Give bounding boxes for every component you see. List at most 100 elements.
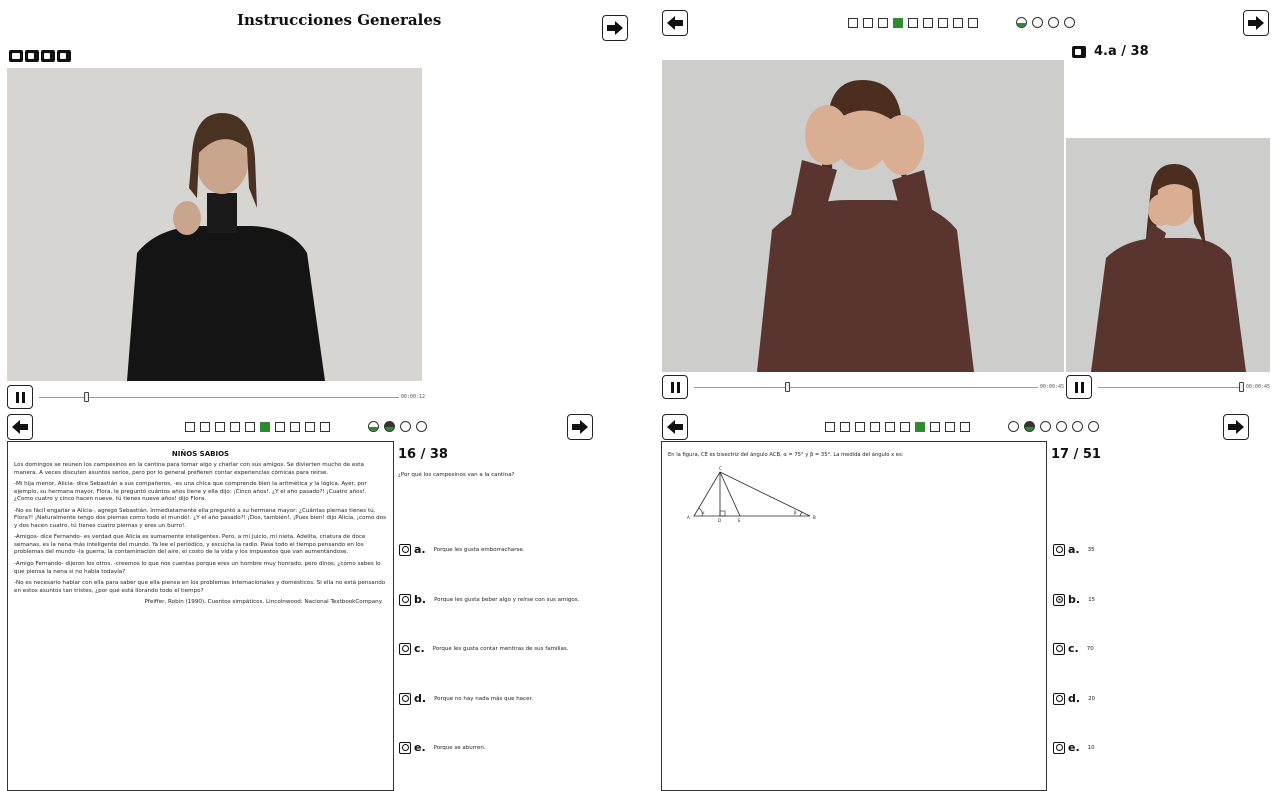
progress-square-6[interactable] — [923, 17, 933, 28]
angle-label-alpha: α — [702, 510, 705, 515]
answer-option-b[interactable]: b. Porque les gusta beber algo y reírse c… — [399, 593, 579, 606]
prev-button[interactable] — [662, 10, 688, 36]
progress-circle-2[interactable] — [384, 421, 395, 432]
progress-square-10[interactable] — [320, 421, 330, 432]
vertex-label-d: D — [718, 518, 721, 523]
radio-icon[interactable] — [1053, 543, 1065, 556]
next-button[interactable] — [602, 15, 628, 41]
progress-circle-1[interactable] — [1008, 421, 1019, 432]
answer-option-c[interactable]: c. 70 — [1053, 642, 1094, 655]
progress-square-2[interactable] — [200, 421, 210, 432]
video-seek-bar[interactable] — [694, 381, 1038, 392]
pause-button[interactable] — [7, 385, 33, 409]
video-seek-bar[interactable] — [1098, 381, 1244, 392]
progress-square-2[interactable] — [840, 421, 850, 432]
progress-square-9[interactable] — [945, 421, 955, 432]
progress-square-5[interactable] — [885, 421, 895, 432]
progress-square-7[interactable] — [275, 421, 285, 432]
progress-square-9[interactable] — [968, 17, 978, 28]
progress-circle-4[interactable] — [1056, 421, 1067, 432]
answer-option-b[interactable]: b. 15 — [1053, 593, 1095, 606]
progress-square-7[interactable] — [915, 421, 925, 432]
progress-circle-3[interactable] — [1048, 17, 1059, 28]
radio-icon[interactable] — [1053, 692, 1065, 705]
seek-thumb[interactable] — [83, 391, 89, 402]
radio-icon[interactable] — [399, 741, 411, 754]
option-letter: a. — [1068, 543, 1080, 556]
progress-square-2[interactable] — [863, 17, 873, 28]
answer-option-d[interactable]: d. 20 — [1053, 692, 1095, 705]
progress-square-7[interactable] — [938, 17, 948, 28]
progress-circle-2[interactable] — [1024, 421, 1035, 432]
progress-circle-6[interactable] — [1088, 421, 1099, 432]
progress-square-5[interactable] — [908, 17, 918, 28]
answer-option-e[interactable]: e. Porque se aburren. — [399, 741, 486, 754]
radio-icon[interactable] — [1053, 593, 1065, 606]
progress-circle-3[interactable] — [1040, 421, 1051, 432]
option-letter: c. — [1068, 642, 1079, 655]
radio-icon[interactable] — [399, 642, 411, 655]
answer-option-a[interactable]: a. Porque les gusta emborracharse. — [399, 543, 525, 556]
radio-icon[interactable] — [1053, 642, 1065, 655]
progress-square-6[interactable] — [900, 421, 910, 432]
progress-circle-3[interactable] — [400, 421, 411, 432]
passage-paragraph: Los domingos se reúnen los campesinos en… — [14, 462, 364, 476]
progress-square-3[interactable] — [215, 421, 225, 432]
progress-square-10[interactable] — [960, 421, 970, 432]
progress-square-8[interactable] — [930, 421, 940, 432]
passage-paragraph: -Amigo Fernando- dijeron los otros, -cre… — [14, 561, 381, 575]
answer-option-a[interactable]: a. 35 — [1053, 543, 1095, 556]
progress-square-1[interactable] — [185, 421, 195, 432]
option-text: 70 — [1086, 645, 1094, 652]
progress-square-3[interactable] — [855, 421, 865, 432]
progress-square-6[interactable] — [260, 421, 270, 432]
next-button[interactable] — [1243, 10, 1269, 36]
question-progress — [848, 17, 1075, 28]
progress-circle-2[interactable] — [1032, 17, 1043, 28]
question-counter: 17 / 51 — [1051, 447, 1101, 462]
progress-circle-5[interactable] — [1072, 421, 1083, 432]
answer-option-c[interactable]: c. Porque les gusta contar mentiras de su… — [399, 642, 569, 655]
option-letter: a. — [414, 543, 426, 556]
progress-square-4[interactable] — [230, 421, 240, 432]
seek-thumb[interactable] — [1238, 381, 1244, 392]
video-tab-3[interactable] — [41, 50, 55, 62]
prev-button[interactable] — [662, 414, 688, 440]
radio-icon[interactable] — [1053, 741, 1065, 754]
pause-button[interactable] — [1066, 375, 1092, 399]
video-tab-2[interactable] — [25, 50, 39, 62]
prev-button[interactable] — [7, 414, 33, 440]
pause-button[interactable] — [662, 375, 688, 399]
radio-icon[interactable] — [399, 593, 411, 606]
next-button[interactable] — [1223, 414, 1249, 440]
radio-icon[interactable] — [399, 543, 411, 556]
progress-square-9[interactable] — [305, 421, 315, 432]
sign-language-video-main[interactable] — [662, 60, 1064, 372]
sign-language-video-small[interactable] — [1066, 138, 1270, 372]
progress-circle-1[interactable] — [1016, 17, 1027, 28]
progress-circle-4[interactable] — [416, 421, 427, 432]
progress-circle-1[interactable] — [368, 421, 379, 432]
video-tab-1[interactable] — [9, 50, 23, 62]
progress-square-8[interactable] — [953, 17, 963, 28]
progress-square-5[interactable] — [245, 421, 255, 432]
answer-option-d[interactable]: d. Porque no hay nada más que hacer. — [399, 692, 533, 705]
progress-square-8[interactable] — [290, 421, 300, 432]
progress-square-4[interactable] — [893, 17, 903, 28]
answer-option-e[interactable]: e. 10 — [1053, 741, 1095, 754]
arrow-left-icon — [667, 16, 683, 30]
progress-square-1[interactable] — [825, 421, 835, 432]
progress-circle-4[interactable] — [1064, 17, 1075, 28]
next-button[interactable] — [567, 414, 593, 440]
video-seek-bar[interactable] — [39, 391, 399, 402]
video-tab-4[interactable] — [57, 50, 71, 62]
sign-language-video-left[interactable] — [7, 68, 422, 381]
question-progress — [185, 421, 427, 432]
progress-square-3[interactable] — [878, 17, 888, 28]
vertex-label-e: E — [738, 518, 741, 523]
progress-square-1[interactable] — [848, 17, 858, 28]
passage-citation: Pfeiffer, Robin (1990). Cuentos simpátic… — [144, 599, 383, 606]
radio-icon[interactable] — [399, 692, 411, 705]
seek-thumb[interactable] — [784, 381, 790, 392]
progress-square-4[interactable] — [870, 421, 880, 432]
